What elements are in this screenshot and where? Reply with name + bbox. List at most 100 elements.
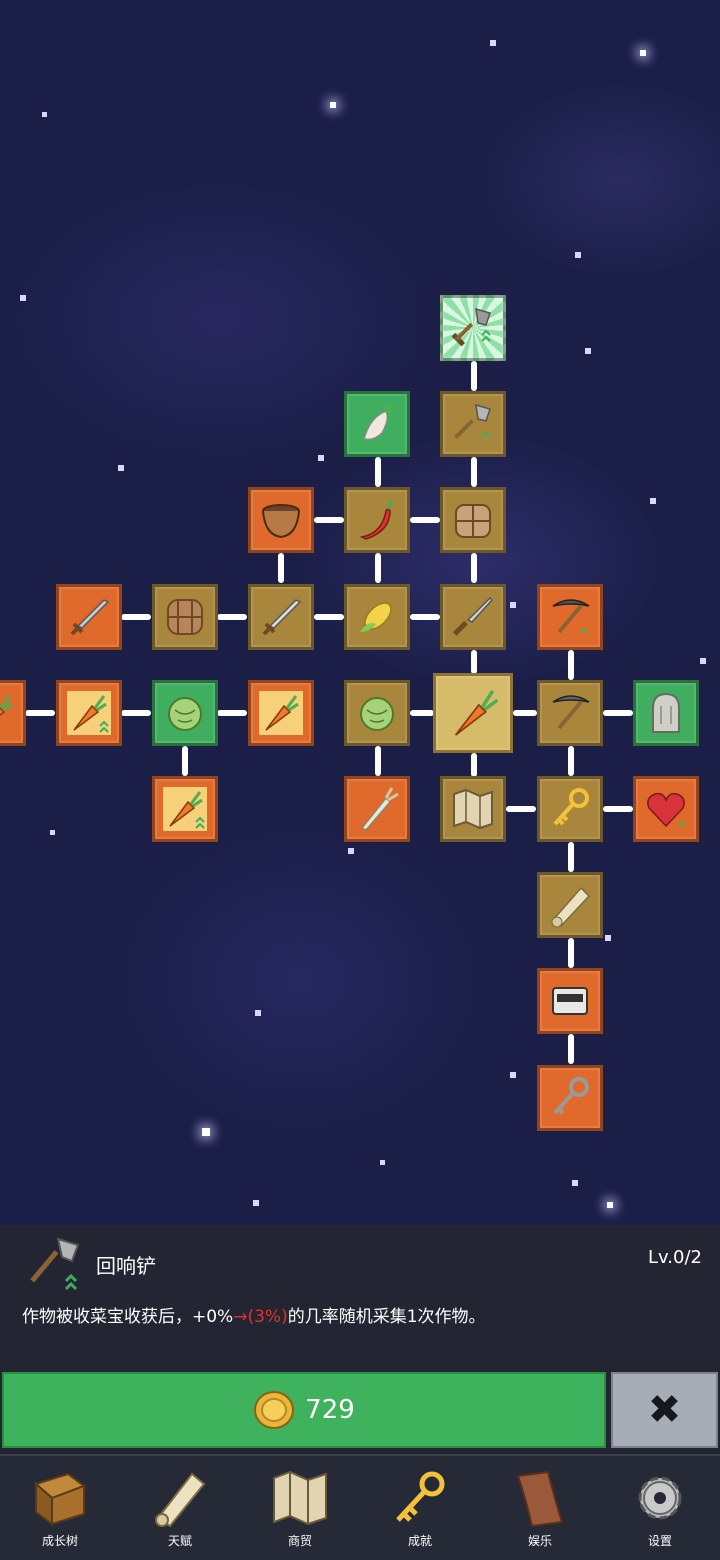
tree-node-knife[interactable] <box>440 584 506 650</box>
tree-node-key-gold[interactable] <box>537 776 603 842</box>
nav-label: 成就 <box>407 1534 432 1548</box>
upgrade-cost: 729 <box>305 1395 355 1425</box>
star <box>330 102 336 108</box>
tree-node-shovel-top[interactable] <box>440 295 506 361</box>
tree-node-map[interactable] <box>440 776 506 842</box>
desc-prefix: 作物被收菜宝收获后，+0% <box>22 1307 234 1327</box>
tree-node-chest[interactable] <box>537 968 603 1034</box>
star <box>380 1160 385 1165</box>
star <box>607 1202 613 1208</box>
tree-node-carrot-1[interactable] <box>56 680 122 746</box>
star <box>572 1180 578 1186</box>
corn-icon <box>360 602 392 632</box>
tree-node-leek[interactable] <box>344 776 410 842</box>
tree-node-basket-2[interactable] <box>152 584 218 650</box>
paper-icon <box>516 1470 564 1528</box>
star <box>490 40 496 46</box>
shovel-icon <box>30 1237 80 1291</box>
tree-link <box>506 806 536 812</box>
nav-label: 成长树 <box>41 1534 78 1548</box>
tree-node-cabbage-1[interactable] <box>152 680 218 746</box>
tree-link <box>217 614 247 620</box>
tree-link <box>603 806 633 812</box>
tree-node-sword-1[interactable] <box>56 584 122 650</box>
desc-highlight: →(3%) <box>233 1307 288 1327</box>
nav-label: 商贸 <box>287 1534 312 1548</box>
tree-link <box>568 746 574 776</box>
bottom-nav: 成长树 天赋 商贸 成就 娱乐 设置 <box>0 1454 720 1560</box>
scroll-icon <box>551 886 591 928</box>
nav-achievement[interactable]: 成就 <box>360 1456 480 1560</box>
pickaxe-icon <box>552 599 590 634</box>
skill-description: 作物被收菜宝收获后，+0%→(3%)的几率随机采集1次作物。 <box>22 1302 486 1327</box>
tree-link <box>568 938 574 968</box>
tree-node-radish[interactable] <box>344 391 410 457</box>
upgrade-button[interactable]: 729 <box>2 1372 606 1448</box>
nav-trade[interactable]: 商贸 <box>240 1456 360 1560</box>
tree-node-ghost[interactable] <box>633 680 699 746</box>
tree-link <box>182 746 188 776</box>
tree-node-pickaxe-2[interactable] <box>537 680 603 746</box>
tree-node-carrot-center[interactable] <box>433 673 513 753</box>
leek-icon <box>360 787 399 831</box>
tree-link <box>375 553 381 583</box>
shovel-icon <box>454 403 491 439</box>
map-icon <box>273 1470 327 1526</box>
tree-node-chili[interactable] <box>344 487 410 553</box>
star <box>20 295 26 301</box>
radish-icon <box>363 401 397 441</box>
tree-node-sword-2[interactable] <box>248 584 314 650</box>
star <box>318 455 324 461</box>
star <box>42 112 47 117</box>
nav-growth-tree[interactable]: 成长树 <box>0 1456 120 1560</box>
tree-link <box>471 457 477 487</box>
ghost-icon <box>652 692 680 733</box>
gear-icon <box>638 1476 682 1520</box>
carrot-icon <box>163 787 207 831</box>
nav-label: 设置 <box>647 1534 672 1548</box>
tree-node-corn[interactable] <box>344 584 410 650</box>
cabbage-icon <box>168 697 202 731</box>
tree-node-pickaxe-1[interactable] <box>537 584 603 650</box>
tree-link <box>410 710 434 716</box>
carrot-icon <box>259 691 303 735</box>
tree-link <box>314 517 344 523</box>
carrot-icon <box>454 690 499 736</box>
tree-node-heart[interactable] <box>633 776 699 842</box>
chili-icon <box>359 500 394 540</box>
close-button[interactable]: ✖ <box>611 1372 718 1448</box>
close-icon: ✖ <box>647 1387 682 1433</box>
tree-node-carrot-3[interactable] <box>152 776 218 842</box>
star <box>50 830 55 835</box>
key-icon <box>553 788 589 826</box>
tree-node-carrot-2[interactable] <box>248 680 314 746</box>
tree-link <box>471 753 477 777</box>
nav-label: 天赋 <box>167 1534 192 1548</box>
sword-icon <box>262 599 302 636</box>
star <box>605 935 611 941</box>
star <box>700 658 706 664</box>
tree-node-cabbage-2[interactable] <box>344 680 410 746</box>
nav-talent[interactable]: 天赋 <box>120 1456 240 1560</box>
carrot-icon <box>67 691 111 735</box>
basket-icon <box>167 599 203 635</box>
desc-suffix: 的几率随机采集1次作物。 <box>287 1307 486 1327</box>
tree-node-scroll[interactable] <box>537 872 603 938</box>
sword-icon <box>70 599 110 636</box>
nav-entertainment[interactable]: 娱乐 <box>480 1456 600 1560</box>
star <box>510 602 516 608</box>
tree-node-shovel-2[interactable] <box>440 391 506 457</box>
key-icon <box>396 1471 445 1522</box>
chest-icon <box>552 987 588 1015</box>
nav-settings[interactable]: 设置 <box>600 1456 720 1560</box>
skill-name: 回响铲 <box>96 1254 156 1278</box>
tree-node-key-iron[interactable] <box>537 1065 603 1131</box>
star <box>510 1072 516 1078</box>
knife-icon <box>452 596 494 636</box>
tree-node-bowl[interactable] <box>248 487 314 553</box>
tree-node-carrot-edge[interactable] <box>0 680 26 746</box>
star <box>575 252 581 258</box>
tree-link <box>513 710 537 716</box>
tree-node-basket-1[interactable] <box>440 487 506 553</box>
skill-tree-canvas[interactable] <box>0 0 720 1225</box>
